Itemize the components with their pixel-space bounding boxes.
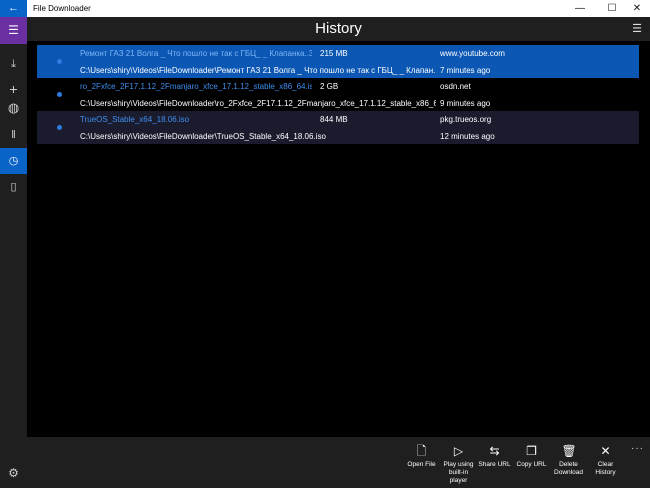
play-icon: ▷ — [453, 444, 464, 458]
share-url-label: Share URL — [478, 461, 511, 468]
list-item[interactable]: Ремонт ГАЗ 21 Волга _ Что пошло не так с… — [37, 45, 639, 78]
share-icon: ⇆ — [489, 444, 500, 458]
file-path: C:\Users\shiry\Videos\FileDownloader\ro_… — [80, 99, 436, 108]
copy-url-label: Copy URL — [516, 461, 547, 468]
clear-history-label: Clear History — [595, 461, 616, 476]
download-icon[interactable]: ⤓ — [0, 51, 27, 77]
clear-history-button[interactable]: ✕ Clear History — [587, 437, 624, 488]
window-title: File Downloader — [33, 4, 91, 13]
file-size: 844 MB — [320, 115, 348, 124]
document-icon[interactable]: ▯ — [0, 174, 27, 200]
filter-list-icon[interactable]: ☰ — [632, 22, 642, 35]
close-x-icon: ✕ — [600, 444, 611, 458]
sidebar: ☰ ⤓ + ◍ ǁ ◷ ▯ ⚙ — [0, 17, 27, 488]
file-path: C:\Users\shiry\Videos\FileDownloader\Рем… — [80, 66, 436, 75]
delete-download-label: Delete Download — [554, 461, 583, 476]
close-button[interactable]: ✕ — [622, 0, 650, 17]
download-time: 12 minutes ago — [440, 132, 495, 141]
history-icon[interactable]: ◷ — [0, 148, 27, 174]
list-item[interactable]: ro_2Fxfce_2F17.1.12_2Fmanjaro_xfce_17.1.… — [37, 78, 639, 111]
source-host: pkg.trueos.org — [440, 115, 492, 124]
open-file-label: Open File — [407, 461, 436, 468]
copy-url-button[interactable]: ❐ Copy URL — [513, 437, 550, 488]
status-dot-icon — [57, 125, 62, 130]
file-path: C:\Users\shiry\Videos\FileDownloader\Tru… — [80, 132, 326, 141]
trash-icon: 🗑 — [561, 444, 577, 458]
command-bar: 🗋 Open File ▷ Play using built-in player… — [27, 437, 650, 488]
source-host: osdn.net — [440, 82, 471, 91]
more-options-icon[interactable]: ··· — [631, 443, 644, 454]
delete-download-button[interactable]: 🗑 Delete Download — [550, 437, 587, 488]
back-button[interactable]: ← — [0, 0, 27, 17]
open-file-icon: 🗋 — [416, 444, 427, 458]
page-title: History — [315, 20, 362, 37]
open-file-button[interactable]: 🗋 Open File — [403, 437, 440, 488]
share-url-button[interactable]: ⇆ Share URL — [476, 437, 513, 488]
file-name: Ремонт ГАЗ 21 Волга _ Что пошло не так с… — [80, 49, 312, 58]
history-list: Ремонт ГАЗ 21 Волга _ Что пошло не так с… — [27, 41, 650, 437]
file-size: 2 GB — [320, 82, 339, 91]
play-label: Play using built-in player — [443, 461, 474, 484]
title-bar: ← File Downloader — ☐ ✕ — [0, 0, 650, 17]
status-dot-icon — [57, 59, 62, 64]
page-header: History ☰ — [27, 17, 650, 41]
minimize-button[interactable]: — — [565, 0, 595, 17]
source-host: www.youtube.com — [440, 49, 505, 58]
download-time: 7 minutes ago — [440, 66, 491, 75]
download-time: 9 minutes ago — [440, 99, 491, 108]
settings-gear-icon[interactable]: ⚙ — [0, 460, 27, 486]
play-button[interactable]: ▷ Play using built-in player — [440, 437, 477, 488]
globe-icon[interactable]: ◍ — [0, 95, 27, 121]
pause-icon[interactable]: ǁ — [0, 122, 27, 148]
hamburger-menu-icon[interactable]: ☰ — [0, 17, 27, 44]
list-item[interactable]: TrueOS_Stable_x64_18.06.iso 844 MB pkg.t… — [37, 111, 639, 144]
file-name: ro_2Fxfce_2F17.1.12_2Fmanjaro_xfce_17.1.… — [80, 82, 312, 91]
file-size: 215 MB — [320, 49, 348, 58]
copy-icon: ❐ — [526, 444, 537, 458]
file-name: TrueOS_Stable_x64_18.06.iso — [80, 115, 190, 124]
status-dot-icon — [57, 92, 62, 97]
